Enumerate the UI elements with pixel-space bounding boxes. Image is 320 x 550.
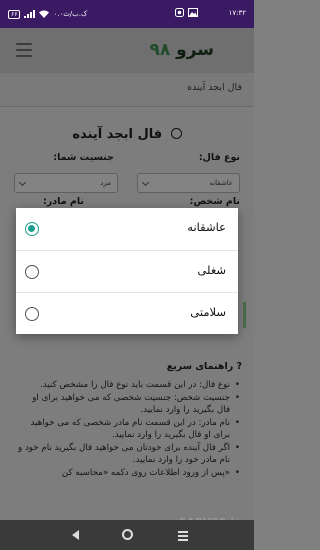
list-item: جنسیت شخص: جنسیت شخصی که می خواهید برای … bbox=[18, 392, 240, 416]
battery-icon: ۶۶ bbox=[8, 9, 21, 19]
fal-type-select-value: عاشقانه bbox=[209, 179, 233, 187]
submit-button-edge[interactable] bbox=[243, 302, 246, 328]
hamburger-menu-icon[interactable] bbox=[16, 43, 32, 57]
clock-icon bbox=[170, 128, 182, 139]
signal-icon bbox=[24, 10, 36, 18]
brand-text: سرو bbox=[176, 40, 214, 60]
list-item: «پس از ورود اطلاعات روی دکمه «محاسبه کن bbox=[18, 467, 240, 479]
fal-type-select[interactable]: عاشقانه bbox=[137, 173, 240, 193]
quick-guide-title: ? راهنمای سریع bbox=[167, 361, 242, 372]
page-title: فال ابجد آینده bbox=[0, 127, 254, 142]
breadcrumb-bar: فال ابجد آینده bbox=[0, 73, 254, 107]
mother-name-label: نام مادر: bbox=[43, 196, 84, 207]
list-item: نام مادر: در این قسمت نام مادر شخصی که م… bbox=[18, 417, 240, 441]
quick-guide-list: نوع فال: در این قسمت باید نوع فال را مشخ… bbox=[18, 379, 240, 480]
page-title-text: فال ابجد آینده bbox=[72, 127, 163, 142]
gender-label: جنسیت شما: bbox=[53, 152, 114, 163]
wifi-icon bbox=[39, 10, 50, 18]
fal-type-label: نوع فال: bbox=[198, 152, 240, 163]
person-name-label: نام شخص: bbox=[189, 196, 240, 207]
chevron-down-icon bbox=[141, 178, 150, 187]
gallery-icon bbox=[188, 8, 198, 17]
app-bar: سرو ۹۸ bbox=[0, 28, 254, 73]
option-romantic[interactable]: عاشقانه bbox=[16, 208, 238, 250]
status-bar: ۶۶ ۰.۰ک.ب/ث ۱۷:۳۲ bbox=[0, 0, 254, 28]
option-health[interactable]: سلامتی bbox=[16, 293, 238, 335]
question-icon: ? bbox=[233, 361, 242, 372]
gender-select[interactable]: مرد bbox=[14, 173, 118, 193]
list-item: اگر فال آینده برای خودتان می خواهید فال … bbox=[18, 442, 240, 466]
brand-number: ۹۸ bbox=[149, 40, 171, 60]
option-label: عاشقانه bbox=[187, 220, 226, 234]
breadcrumb: فال ابجد آینده bbox=[187, 82, 242, 93]
clock-time: ۱۷:۳۲ bbox=[228, 9, 246, 17]
option-career[interactable]: شغلی bbox=[16, 251, 238, 293]
status-right-group: ۶۶ ۰.۰ک.ب/ث bbox=[8, 8, 87, 20]
radio-unchecked-icon[interactable] bbox=[25, 307, 39, 321]
option-label: سلامتی bbox=[190, 305, 226, 319]
navigation-bar bbox=[0, 520, 254, 550]
notification-app-icon bbox=[175, 8, 184, 17]
option-label: شغلی bbox=[197, 263, 226, 277]
brand-logo[interactable]: سرو ۹۸ bbox=[149, 40, 214, 60]
quick-guide-title-text: راهنمای سریع bbox=[166, 361, 234, 372]
list-item: نوع فال: در این قسمت باید نوع فال را مشخ… bbox=[18, 379, 240, 391]
home-icon[interactable] bbox=[122, 529, 133, 540]
fal-type-dialog: عاشقانه شغلی سلامتی bbox=[16, 208, 238, 334]
network-speed: ۰.۰ک.ب/ث bbox=[53, 10, 88, 18]
gender-select-value: مرد bbox=[100, 179, 111, 187]
back-icon[interactable] bbox=[72, 530, 79, 540]
chevron-down-icon bbox=[18, 178, 27, 187]
radio-checked-icon[interactable] bbox=[25, 222, 39, 236]
radio-unchecked-icon[interactable] bbox=[25, 265, 39, 279]
recent-apps-icon[interactable] bbox=[178, 530, 188, 541]
